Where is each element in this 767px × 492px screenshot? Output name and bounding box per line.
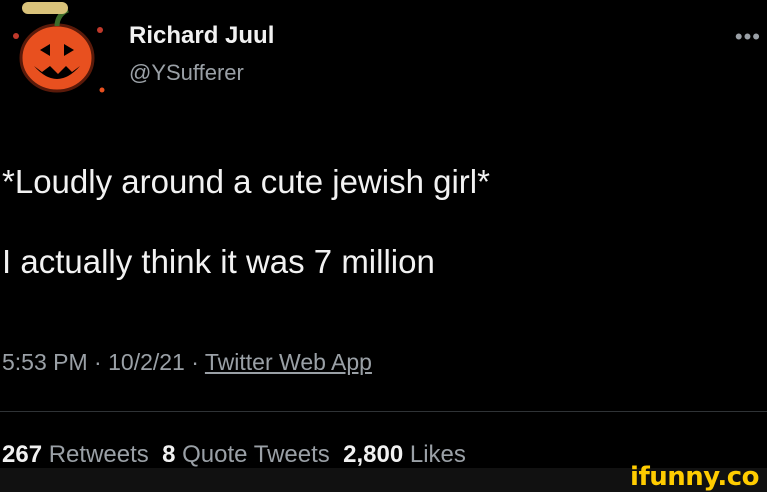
tweet-meta: 5:53 PM · 10/2/21 · Twitter Web App xyxy=(2,349,372,376)
ifunny-watermark: ifunny.co xyxy=(630,462,759,492)
tweet-stats: 267 Retweets 8 Quote Tweets 2,800 Likes xyxy=(2,441,466,469)
tweet-text-line: *Loudly around a cute jewish girl* xyxy=(2,163,490,200)
retweets-count: 267 xyxy=(2,441,43,468)
likes-stat[interactable]: 2,800 Likes xyxy=(343,441,466,468)
quotes-label: Quote Tweets xyxy=(182,441,330,468)
retweets-label: Retweets xyxy=(48,441,149,468)
quotes-count: 8 xyxy=(162,441,176,468)
avatar[interactable] xyxy=(2,0,110,108)
meta-separator: · xyxy=(94,349,102,375)
retweets-stat[interactable]: 267 Retweets xyxy=(2,441,149,468)
likes-label: Likes xyxy=(409,441,466,468)
author-handle[interactable]: @YSufferer xyxy=(129,60,244,86)
divider xyxy=(0,411,767,412)
quotes-stat[interactable]: 8 Quote Tweets xyxy=(162,441,330,468)
tweet-time[interactable]: 5:53 PM xyxy=(2,349,88,375)
more-horizontal-icon[interactable]: ••• xyxy=(735,24,761,50)
likes-count: 2,800 xyxy=(343,441,404,468)
tweet-text-line: I actually think it was 7 million xyxy=(2,243,435,280)
meta-separator: · xyxy=(191,349,199,375)
author-name[interactable]: Richard Juul xyxy=(129,22,274,50)
tweet-date[interactable]: 10/2/21 xyxy=(108,349,185,375)
pumpkin-avatar-icon xyxy=(13,2,105,93)
tweet-source-link[interactable]: Twitter Web App xyxy=(205,349,372,375)
